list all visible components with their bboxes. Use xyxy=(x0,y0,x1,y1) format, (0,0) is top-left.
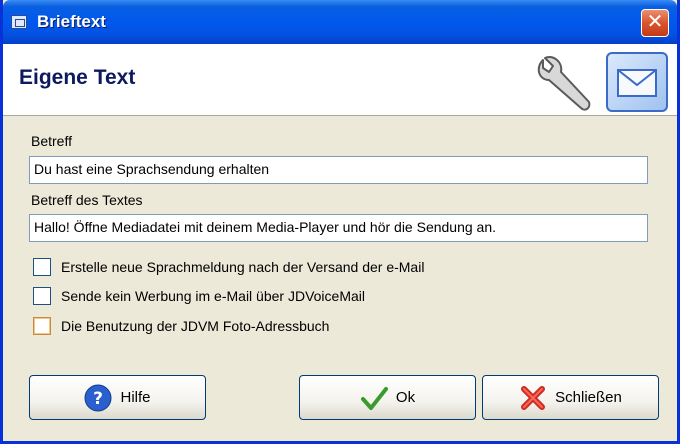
ok-button[interactable]: Ok xyxy=(299,375,476,420)
checkmark-icon xyxy=(360,386,388,410)
option-no-advertising[interactable]: Sende kein Werbung im e-Mail über JDVoic… xyxy=(33,286,365,306)
subject-label: Betreff xyxy=(31,133,72,149)
title-bar[interactable]: Brieftext ✕ xyxy=(3,0,677,44)
header-title: Eigene Text xyxy=(19,66,136,89)
red-x-icon xyxy=(521,385,546,410)
wrench-icon xyxy=(537,56,591,111)
checkbox[interactable] xyxy=(33,317,51,335)
close-button-label: Schließen xyxy=(555,389,622,406)
help-icon: ? xyxy=(84,384,112,411)
checkbox-label: Die Benutzung der JDVM Foto-Adressbuch xyxy=(61,318,330,334)
checkbox[interactable] xyxy=(33,258,51,276)
ok-button-label: Ok xyxy=(395,389,416,406)
help-button-label: Hilfe xyxy=(120,389,151,406)
close-button[interactable]: Schließen xyxy=(482,375,659,420)
option-new-voice-message[interactable]: Erstelle neue Sprachmeldung nach der Ver… xyxy=(33,257,424,277)
checkbox-label: Sende kein Werbung im e-Mail über JDVoic… xyxy=(61,288,365,304)
body-input[interactable]: Hallo! Öffne Mediadatei mit deinem Media… xyxy=(29,214,648,242)
body-label: Betreff des Textes xyxy=(31,192,143,208)
checkbox[interactable] xyxy=(33,287,51,305)
svg-text:?: ? xyxy=(94,389,104,409)
close-window-button[interactable]: ✕ xyxy=(641,9,669,37)
window-title: Brieftext xyxy=(37,12,106,31)
app-icon xyxy=(11,15,27,29)
subject-input[interactable]: Du hast eine Sprachsendung erhalten xyxy=(29,156,648,184)
checkbox-label: Erstelle neue Sprachmeldung nach der Ver… xyxy=(61,259,425,275)
help-button[interactable]: ? Hilfe xyxy=(29,375,206,420)
option-photo-addressbook[interactable]: Die Benutzung der JDVM Foto-Adressbuch xyxy=(33,316,329,336)
dialog-header: Eigene Text xyxy=(3,44,677,116)
mail-icon xyxy=(606,52,668,112)
dialog-window: Brieftext ✕ Eigene Text Betreff Du hast … xyxy=(0,0,680,444)
